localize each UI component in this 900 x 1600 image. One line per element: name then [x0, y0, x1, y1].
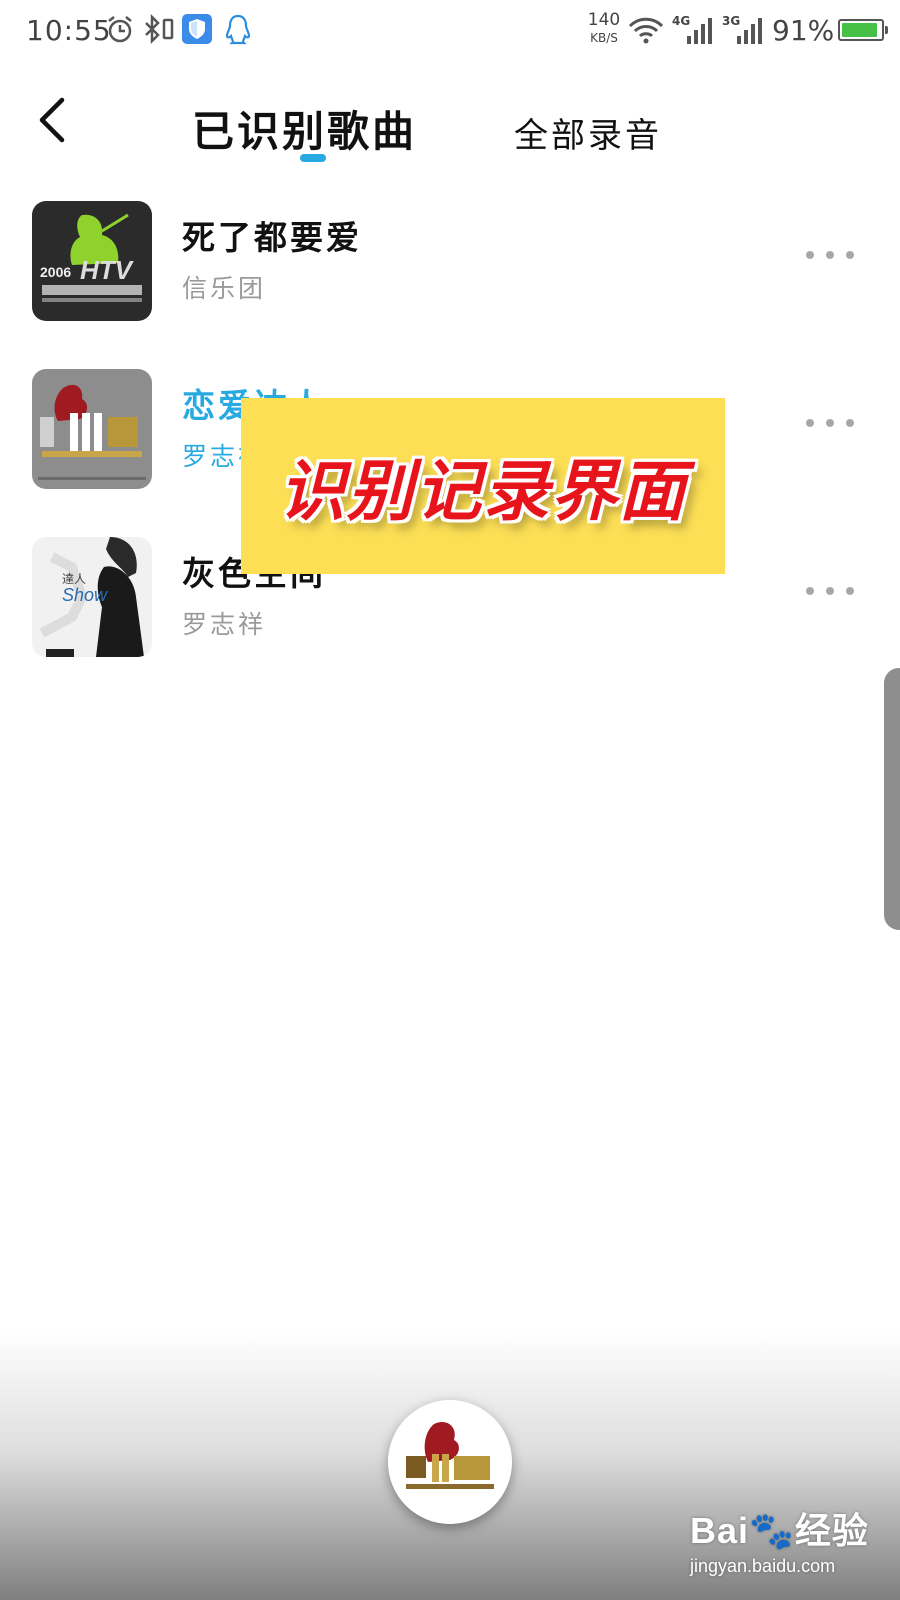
signal-4g-icon — [687, 18, 712, 44]
status-bar: 10:55 140 KB/S 4G 3G 91% — [0, 0, 900, 64]
annotation-banner: 识别记录界面 — [241, 398, 725, 574]
now-playing-disc[interactable] — [388, 1400, 512, 1524]
svg-text:Show: Show — [62, 585, 108, 605]
more-options-icon[interactable] — [806, 411, 854, 435]
album-cover — [32, 369, 152, 489]
shield-app-icon — [182, 14, 212, 44]
annotation-text: 识别记录界面 — [279, 453, 687, 530]
header: 已识别歌曲 全部录音 — [0, 76, 900, 176]
wifi-icon — [628, 17, 664, 44]
battery-fill — [842, 23, 877, 37]
svg-text:2006: 2006 — [40, 264, 71, 280]
tab-indicator — [300, 154, 326, 162]
album-cover: 2006 HTV — [32, 201, 152, 321]
net-speed-unit: KB/S — [590, 31, 618, 45]
net-speed: 140 KB/S — [582, 10, 626, 45]
bluetooth-icon — [145, 14, 174, 44]
more-options-icon[interactable] — [806, 579, 854, 603]
net-speed-value: 140 — [587, 10, 621, 30]
song-artist: 信乐团 — [182, 274, 267, 303]
chevron-left-icon[interactable] — [30, 92, 80, 148]
watermark-url: jingyan.baidu.com — [690, 1556, 836, 1576]
tab-all-recordings[interactable]: 全部录音 — [514, 108, 662, 157]
album-cover: 達人 Show — [32, 537, 152, 657]
list-item[interactable]: 2006 HTV 死了都要爱 信乐团 — [0, 195, 900, 325]
battery-icon — [838, 19, 888, 41]
tab-recognized-songs[interactable]: 已识别歌曲 — [192, 98, 417, 159]
alarm-icon — [108, 16, 132, 43]
signal-3g-icon — [737, 18, 762, 44]
qq-icon — [225, 14, 251, 45]
status-time: 10:55 — [26, 14, 112, 47]
more-options-icon[interactable] — [806, 243, 854, 267]
watermark-logo: Bai🐾经验 — [690, 1510, 869, 1551]
baidu-jingyan-watermark: Bai🐾经验 jingyan.baidu.com — [690, 1502, 869, 1577]
side-drawer-handle[interactable] — [884, 668, 900, 930]
song-title: 死了都要爱 — [182, 218, 362, 257]
battery-percent: 91% — [772, 14, 835, 47]
svg-text:達人: 達人 — [62, 572, 86, 586]
song-artist: 罗志祥 — [182, 610, 267, 639]
svg-text:HTV: HTV — [80, 255, 135, 285]
